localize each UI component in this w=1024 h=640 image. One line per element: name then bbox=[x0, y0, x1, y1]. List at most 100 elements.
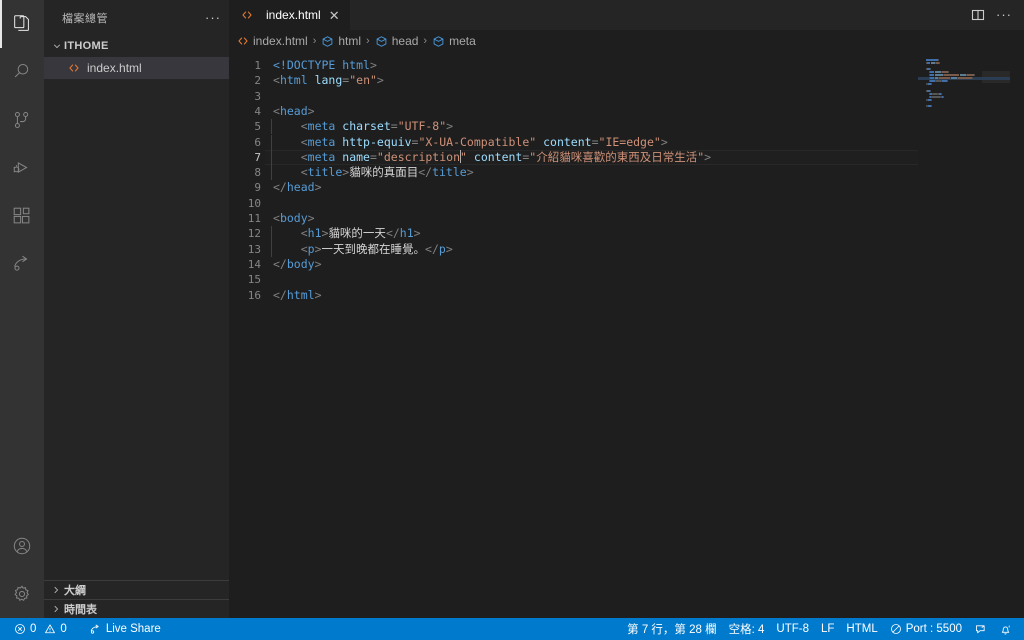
code-token: lang bbox=[314, 73, 343, 88]
close-icon[interactable]: ✕ bbox=[329, 9, 340, 22]
sidebar-title: 檔案總管 bbox=[62, 12, 108, 25]
code-token: <!DOCTYPE bbox=[273, 58, 343, 72]
code-token: p bbox=[307, 241, 315, 256]
sidebar-more-actions[interactable]: ··· bbox=[205, 11, 221, 24]
breadcrumb-label: meta bbox=[449, 34, 476, 48]
line-content: <body> bbox=[273, 211, 315, 226]
port-label: Port : 5500 bbox=[905, 623, 962, 635]
code-line[interactable]: 12 <h1>貓咪的一天</h1> bbox=[229, 226, 1024, 242]
tab-index-html[interactable]: index.html ✕ bbox=[229, 0, 351, 30]
line-content: <html lang="en"> bbox=[273, 73, 384, 88]
code-line[interactable]: 4 <head> bbox=[229, 104, 1024, 119]
code-token: > bbox=[413, 226, 421, 241]
code-token: > bbox=[369, 58, 377, 72]
code-line[interactable]: 15 bbox=[229, 272, 1024, 287]
status-language-mode[interactable]: HTML bbox=[840, 618, 883, 640]
search-icon bbox=[11, 61, 33, 83]
status-live-server-port[interactable]: Port : 5500 bbox=[884, 618, 968, 640]
activity-item-live-share[interactable] bbox=[0, 240, 44, 288]
code-token: "description bbox=[376, 149, 461, 164]
editor-scrollbar[interactable] bbox=[1010, 52, 1024, 618]
status-live-share[interactable]: Live Share bbox=[83, 618, 167, 640]
breadcrumb-item-file[interactable]: index.html bbox=[237, 34, 308, 48]
code-line[interactable]: 6 <meta http-equiv = "X-UA-Compatible" con… bbox=[229, 134, 1024, 150]
breadcrumb-item-head[interactable]: head bbox=[375, 34, 419, 48]
tree-folder-ithome[interactable]: ITHOME bbox=[44, 35, 229, 57]
code-editor[interactable]: 1 <!DOCTYPE html> 2 <html lang="en"> 3 4 <head… bbox=[229, 52, 1024, 618]
status-problems[interactable]: 0 0 bbox=[8, 618, 73, 640]
code-token: name bbox=[342, 149, 370, 164]
line-content: <h1>貓咪的一天</h1> bbox=[271, 226, 421, 242]
line-number: 1 bbox=[254, 59, 261, 72]
code-line[interactable]: 14 </body> bbox=[229, 257, 1024, 272]
activity-bar bbox=[0, 0, 44, 618]
status-eol[interactable]: LF bbox=[815, 618, 840, 640]
code-token: "en" bbox=[349, 73, 377, 88]
activity-item-run-and-debug[interactable] bbox=[0, 144, 44, 192]
breadcrumb-item-html[interactable]: html bbox=[321, 34, 361, 48]
code-line[interactable]: 1 <!DOCTYPE html> bbox=[229, 58, 1024, 73]
gear-icon bbox=[11, 583, 33, 605]
status-feedback[interactable] bbox=[968, 618, 993, 640]
line-content: <head> bbox=[273, 104, 315, 119]
code-line[interactable]: 9 </head> bbox=[229, 180, 1024, 195]
feedback-icon bbox=[974, 623, 987, 636]
code-line[interactable]: 8 <title>貓咪的真面目</title> bbox=[229, 165, 1024, 181]
activity-item-search[interactable] bbox=[0, 48, 44, 96]
status-indentation[interactable]: 空格: 4 bbox=[723, 618, 771, 640]
status-cursor-position[interactable]: 第 7 行，第 28 欄 bbox=[621, 618, 722, 640]
ellipsis-icon[interactable]: ··· bbox=[996, 8, 1012, 21]
code-token: < bbox=[300, 241, 308, 256]
code-lines[interactable]: 1 <!DOCTYPE html> 2 <html lang="en"> 3 4 <head… bbox=[229, 52, 1024, 618]
live-share-icon bbox=[89, 623, 102, 636]
code-token: body bbox=[279, 211, 308, 225]
code-line[interactable]: 5 <meta charset="UTF-8"> bbox=[229, 119, 1024, 135]
code-token: html bbox=[279, 73, 308, 88]
code-token: > bbox=[704, 149, 712, 164]
code-token: = bbox=[369, 149, 377, 164]
symbol-field-icon bbox=[321, 35, 334, 48]
code-token: content bbox=[473, 149, 523, 164]
activity-item-settings[interactable] bbox=[0, 570, 44, 618]
minimap[interactable] bbox=[918, 52, 1010, 618]
tree-file-index-html[interactable]: index.html bbox=[44, 57, 229, 79]
line-number: 13 bbox=[247, 242, 261, 256]
sidebar-panel-timeline[interactable]: 時間表 bbox=[44, 599, 229, 618]
editor-actions: ··· bbox=[958, 0, 1024, 30]
status-notifications[interactable] bbox=[993, 618, 1018, 640]
code-token: html bbox=[342, 58, 370, 72]
activity-item-explorer[interactable] bbox=[0, 0, 44, 48]
breadcrumb-item-meta[interactable]: meta bbox=[432, 34, 476, 48]
code-line[interactable]: 11 <body> bbox=[229, 211, 1024, 226]
minimap-token bbox=[931, 105, 933, 107]
line-content: </body> bbox=[273, 257, 322, 272]
code-token: < bbox=[300, 149, 308, 164]
breadcrumb-label: head bbox=[391, 34, 419, 48]
code-line[interactable]: 10 bbox=[229, 196, 1024, 211]
code-line[interactable]: 3 bbox=[229, 89, 1024, 104]
line-content: <meta charset="UTF-8"> bbox=[271, 119, 453, 135]
sidebar-panel-outline[interactable]: 大綱 bbox=[44, 580, 229, 599]
code-line[interactable]: 7 <meta name="description" content="介紹貓咪… bbox=[229, 149, 1024, 166]
indent-guide bbox=[271, 134, 272, 150]
code-token: http-equiv bbox=[342, 134, 412, 149]
line-number: 8 bbox=[254, 166, 261, 180]
status-encoding[interactable]: UTF-8 bbox=[770, 618, 815, 640]
code-token: < bbox=[300, 226, 308, 241]
activity-item-accounts[interactable] bbox=[0, 522, 44, 570]
code-token: meta bbox=[307, 134, 336, 149]
activity-item-source-control[interactable] bbox=[0, 96, 44, 144]
code-token: > bbox=[445, 241, 453, 256]
code-token: p bbox=[438, 241, 446, 256]
code-line[interactable]: 13 <p>一天到晚都在睡覺。</p> bbox=[229, 241, 1024, 257]
split-editor-icon[interactable] bbox=[970, 7, 986, 23]
code-line[interactable]: 2 <html lang="en"> bbox=[229, 73, 1024, 88]
code-line[interactable]: 16 </html> bbox=[229, 288, 1024, 303]
code-token: < bbox=[273, 103, 280, 118]
line-content: <p>一天到晚都在睡覺。</p> bbox=[271, 241, 453, 257]
code-token: < bbox=[300, 165, 308, 180]
activity-item-extensions[interactable] bbox=[0, 192, 44, 240]
code-token: </ bbox=[273, 256, 287, 271]
